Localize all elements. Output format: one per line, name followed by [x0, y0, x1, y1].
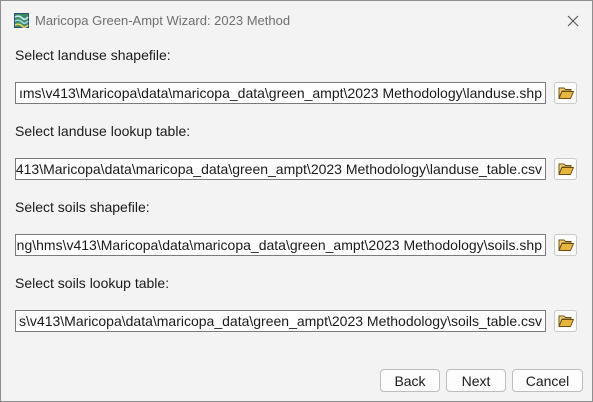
soils-lookup-path: s\v413\Maricopa\data\maricopa_data\green… [19, 313, 542, 329]
title-bar: Maricopa Green-Ampt Wizard: 2023 Method [1, 1, 592, 39]
soils-lookup-label: Select soils lookup table: [15, 275, 170, 291]
landuse-shapefile-browse-button[interactable] [554, 82, 577, 104]
landuse-lookup-label: Select landuse lookup table: [15, 123, 191, 139]
cancel-button[interactable]: Cancel [512, 369, 583, 392]
landuse-lookup-input[interactable]: 413\Maricopa\data\maricopa_data\green_am… [15, 158, 546, 180]
close-icon [567, 15, 579, 27]
soils-lookup-browse-button[interactable] [554, 310, 577, 332]
back-button[interactable]: Back [380, 369, 440, 392]
landuse-shapefile-path: ıms\v413\Maricopa\data\maricopa_data\gre… [19, 85, 542, 101]
folder-open-icon [557, 87, 574, 99]
landuse-lookup-browse-button[interactable] [554, 158, 577, 180]
landuse-shapefile-label: Select landuse shapefile: [15, 47, 171, 63]
soils-shapefile-path: ng\hms\v413\Maricopa\data\maricopa_data\… [16, 237, 542, 253]
landuse-lookup-path: 413\Maricopa\data\maricopa_data\green_am… [15, 161, 542, 177]
map-icon [14, 13, 29, 29]
soils-shapefile-input[interactable]: ng\hms\v413\Maricopa\data\maricopa_data\… [15, 234, 546, 256]
folder-open-icon [557, 239, 574, 251]
soils-shapefile-browse-button[interactable] [554, 234, 577, 256]
soils-shapefile-label: Select soils shapefile: [15, 199, 150, 215]
window-title: Maricopa Green-Ampt Wizard: 2023 Method [35, 13, 291, 28]
wizard-window: Maricopa Green-Ampt Wizard: 2023 Method … [0, 0, 593, 402]
folder-open-icon [557, 163, 574, 175]
next-button[interactable]: Next [446, 369, 506, 392]
landuse-shapefile-input[interactable]: ıms\v413\Maricopa\data\maricopa_data\gre… [15, 82, 546, 104]
folder-open-icon [557, 315, 574, 327]
close-button[interactable] [563, 11, 583, 31]
soils-lookup-input[interactable]: s\v413\Maricopa\data\maricopa_data\green… [15, 310, 546, 332]
